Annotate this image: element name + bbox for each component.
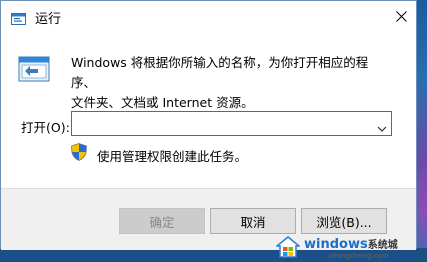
title-bar[interactable]: 运行 <box>1 1 416 32</box>
desktop-background <box>416 0 427 262</box>
window-title: 运行 <box>35 12 62 27</box>
watermark-cn: 系统城 <box>367 240 398 251</box>
run-dialog: 运行 Windows 将根据你所输入的名称，为你打开相应的程序、 文件夹、文档或… <box>0 0 417 250</box>
chevron-down-icon[interactable] <box>377 119 387 132</box>
site-watermark: windows系统城 xitongcheng.com <box>274 232 427 262</box>
admin-note: 使用管理权限创建此任务。 <box>97 149 248 164</box>
open-label: 打开(O): <box>21 120 70 135</box>
ok-button[interactable]: 确定 <box>119 208 205 234</box>
uac-shield-icon <box>71 143 87 161</box>
watermark-url: xitongcheng.com <box>328 252 389 260</box>
open-combobox[interactable] <box>71 111 392 136</box>
run-icon <box>11 10 26 25</box>
description-line: Windows 将根据你所输入的名称，为你打开相应的程序、 <box>71 55 369 90</box>
watermark-brand-text: windows <box>304 237 368 252</box>
run-app-icon <box>18 56 50 82</box>
cancel-button[interactable]: 取消 <box>210 208 296 234</box>
watermark-brand: windows系统城 <box>304 236 398 252</box>
house-logo-icon <box>274 235 302 259</box>
close-icon <box>395 11 407 22</box>
description: Windows 将根据你所输入的名称，为你打开相应的程序、 文件夹、文档或 In… <box>71 53 391 113</box>
description-line: 文件夹、文档或 Internet 资源。 <box>71 95 254 110</box>
close-button[interactable] <box>386 3 416 30</box>
browse-button[interactable]: 浏览(B)... <box>301 208 387 234</box>
